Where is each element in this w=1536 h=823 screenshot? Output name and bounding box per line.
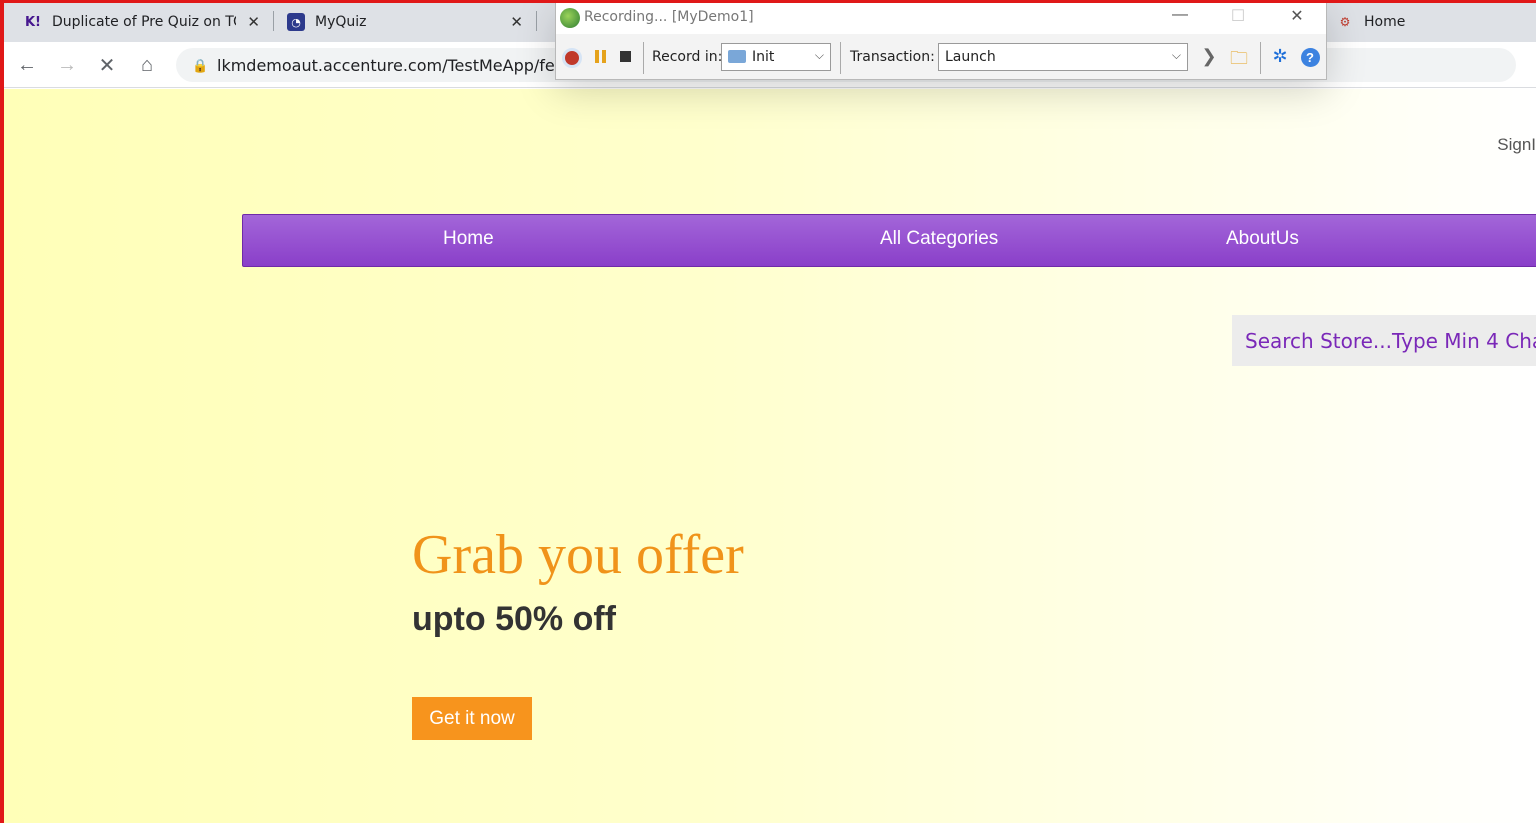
url-text: lkmdemoaut.accenture.com/TestMeApp/fet <box>217 56 562 75</box>
transaction-select[interactable]: Launch ⌵ <box>938 43 1188 71</box>
web-page: SignI Home All Categories AboutUs Search… <box>0 89 1536 823</box>
collapse-icon[interactable]: ✲ <box>1269 46 1291 67</box>
tab-divider <box>273 11 274 31</box>
tab-myquiz[interactable]: ◔ MyQuiz ✕ <box>287 6 527 38</box>
pause-icon[interactable] <box>592 48 610 66</box>
folder-icon <box>728 50 746 63</box>
toolbar-divider <box>643 42 644 74</box>
chevron-down-icon: ⌵ <box>814 48 824 62</box>
screen-border <box>0 0 1536 3</box>
transaction-value: Launch <box>945 49 996 65</box>
transaction-label: Transaction: <box>850 49 935 65</box>
record-in-value: Init <box>752 49 775 65</box>
tab-title: Duplicate of Pre Quiz on TC <box>52 14 236 30</box>
open-folder-icon[interactable]: 🗀 <box>1228 46 1250 76</box>
screen-border-left <box>0 0 4 823</box>
tab-home[interactable]: ⚙ Home <box>1336 6 1536 38</box>
help-icon[interactable]: ? <box>1299 46 1321 67</box>
maximize-icon[interactable]: ☐ <box>1223 6 1253 26</box>
nav-aboutus[interactable]: AboutUs <box>1226 228 1299 250</box>
recorder-logo-icon <box>560 8 580 28</box>
record-icon[interactable] <box>562 48 582 68</box>
tab-title: Home <box>1364 14 1406 30</box>
nav-home[interactable]: Home <box>443 228 494 250</box>
search-input[interactable]: Search Store...Type Min 4 Chars. <box>1232 315 1536 366</box>
recording-window: Recording... [MyDemo1] — ☐ ✕ Record in: … <box>555 1 1327 80</box>
forward-arrow-icon[interactable]: → <box>54 52 80 78</box>
recording-title: Recording... [MyDemo1] <box>584 9 754 25</box>
toolbar-divider <box>1260 42 1261 74</box>
recording-titlebar[interactable]: Recording... [MyDemo1] — ☐ ✕ <box>556 2 1326 34</box>
kahoot-icon: K! <box>24 14 41 30</box>
chevron-right-icon[interactable]: ❯ <box>1198 46 1220 67</box>
lock-icon: 🔒 <box>192 58 209 73</box>
main-navbar: Home All Categories AboutUs <box>242 214 1536 267</box>
toolbar-divider <box>840 42 841 74</box>
stop-loading-icon[interactable]: ✕ <box>94 52 120 78</box>
signin-link[interactable]: SignI <box>1497 135 1536 155</box>
record-in-select[interactable]: Init ⌵ <box>721 43 831 71</box>
tab-kahoot[interactable]: K! Duplicate of Pre Quiz on TC ✕ <box>24 6 264 38</box>
home-page-icon: ⚙ <box>1339 15 1351 29</box>
myquiz-icon: ◔ <box>287 13 305 31</box>
recording-toolbar: Record in: Init ⌵ Transaction: Launch ⌵ … <box>556 34 1326 80</box>
tab-divider <box>536 11 537 31</box>
back-arrow-icon[interactable]: ← <box>14 52 40 78</box>
minimize-icon[interactable]: — <box>1165 6 1195 24</box>
home-icon[interactable]: ⌂ <box>134 52 160 78</box>
record-in-label: Record in: <box>652 49 723 65</box>
stop-icon[interactable] <box>620 51 631 62</box>
hero-title: Grab you offer <box>412 524 744 586</box>
hero-subtitle: upto 50% off <box>412 600 616 638</box>
search-placeholder: Search Store...Type Min 4 Chars. <box>1245 329 1536 353</box>
close-icon[interactable]: ✕ <box>510 13 523 31</box>
chevron-down-icon: ⌵ <box>1171 48 1181 62</box>
get-it-now-button[interactable]: Get it now <box>412 697 532 740</box>
close-icon[interactable]: ✕ <box>247 13 260 31</box>
close-icon[interactable]: ✕ <box>1282 6 1312 26</box>
tab-title: MyQuiz <box>315 14 367 30</box>
nav-all-categories[interactable]: All Categories <box>880 228 998 250</box>
